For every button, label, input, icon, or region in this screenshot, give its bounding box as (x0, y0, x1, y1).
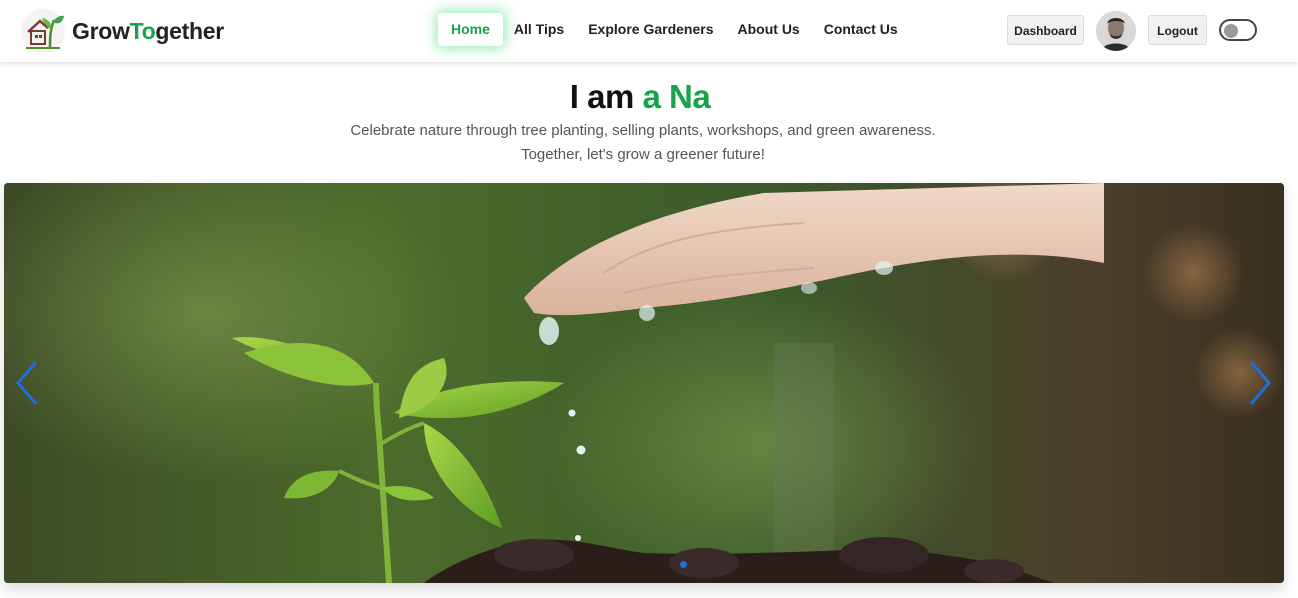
main-nav: Home All Tips Explore Gardeners About Us… (438, 13, 922, 46)
hero-subtitle-line1: Celebrate nature through tree planting, … (350, 122, 936, 139)
nav-link-home[interactable]: Home (438, 13, 503, 46)
logo[interactable]: GrowTogether (20, 8, 224, 54)
user-avatar[interactable] (1096, 11, 1136, 51)
carousel-prev-arrow-icon[interactable] (12, 358, 42, 408)
nav-link-explore-gardeners[interactable]: Explore Gardeners (588, 13, 713, 46)
hero-carousel (4, 183, 1284, 583)
dashboard-button[interactable]: Dashboard (1007, 15, 1084, 45)
carousel-next-arrow-icon[interactable] (1245, 358, 1275, 408)
user-photo-icon (1096, 11, 1136, 51)
hero-title: I am a Na (569, 78, 711, 115)
navbar: GrowTogether Home All Tips Explore Garde… (0, 0, 1298, 62)
nav-link-contact-us[interactable]: Contact Us (824, 13, 898, 46)
nav-link-about-us[interactable]: About Us (738, 13, 800, 46)
carousel-pagination-dot[interactable] (680, 561, 687, 568)
nav-link-all-tips[interactable]: All Tips (514, 13, 564, 46)
brand-name: GrowTogether (72, 17, 224, 44)
slide-image-seedling (4, 183, 1284, 583)
logout-button[interactable]: Logout (1148, 15, 1207, 45)
house-leaf-logo-icon (21, 9, 65, 53)
theme-toggle[interactable] (1219, 19, 1257, 41)
hero-subtitle-line2: Together, let's grow a greener future! (521, 146, 765, 163)
toggle-knob (1224, 24, 1238, 38)
